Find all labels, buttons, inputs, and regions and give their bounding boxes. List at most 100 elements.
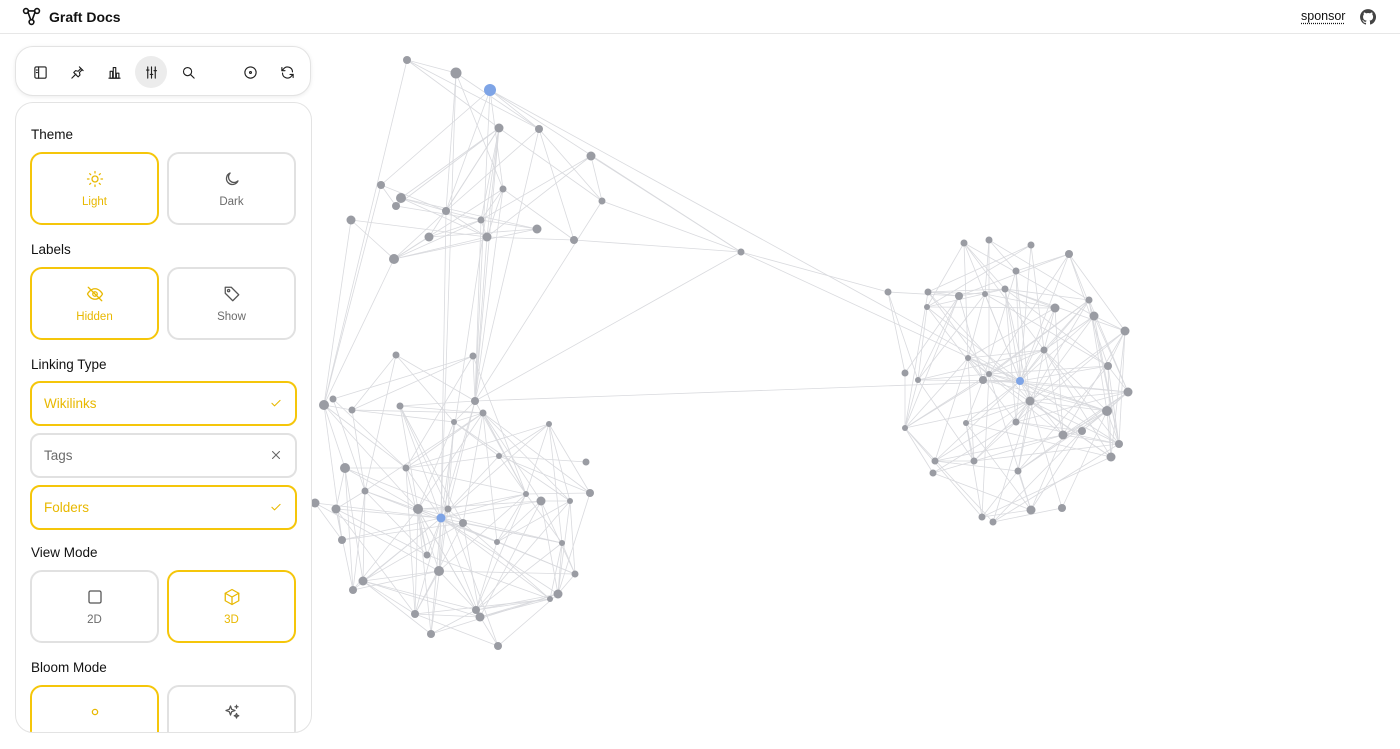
graph-node[interactable] <box>532 224 542 234</box>
graph-node[interactable] <box>915 377 921 383</box>
graph-node[interactable] <box>329 395 337 403</box>
graph-node[interactable] <box>1115 440 1123 448</box>
bloom-on-option[interactable] <box>167 685 296 732</box>
graph-node[interactable] <box>427 630 435 638</box>
graph-node[interactable] <box>403 56 411 64</box>
labels-show-option[interactable]: Show <box>167 267 296 340</box>
labels-hidden-option[interactable]: Hidden <box>30 267 159 340</box>
graph-node[interactable] <box>1120 326 1130 336</box>
graph-node[interactable] <box>598 197 606 205</box>
graph-node[interactable] <box>1058 504 1066 512</box>
graph-node[interactable] <box>902 425 908 431</box>
graph-node[interactable] <box>389 254 399 264</box>
graph-node[interactable] <box>471 397 479 405</box>
graph-node[interactable] <box>737 248 745 256</box>
graph-node[interactable] <box>924 304 930 310</box>
brand[interactable]: Graft Docs <box>22 7 121 26</box>
graph-node[interactable] <box>553 589 563 599</box>
graph-node[interactable] <box>496 453 502 459</box>
graph-node[interactable] <box>377 181 385 189</box>
graph-node[interactable] <box>1001 285 1009 293</box>
refresh-button[interactable] <box>271 56 303 88</box>
graph-node[interactable] <box>970 457 978 465</box>
graph-node[interactable] <box>413 504 423 514</box>
pin-button[interactable] <box>61 56 93 88</box>
graph-node[interactable] <box>459 519 467 527</box>
graph-node[interactable] <box>450 67 462 79</box>
graph-node[interactable] <box>1058 430 1068 440</box>
graph-node[interactable] <box>986 371 992 377</box>
graph-node[interactable] <box>434 566 444 576</box>
search-button[interactable] <box>172 56 204 88</box>
graph-node[interactable] <box>955 292 963 300</box>
graph-node[interactable] <box>494 123 504 133</box>
sidebar-toggle-button[interactable] <box>24 56 56 88</box>
graph-node[interactable] <box>477 216 485 224</box>
graph-node[interactable] <box>411 610 419 618</box>
linking-wikilinks-option[interactable]: Wikilinks <box>30 381 297 426</box>
graph-node[interactable] <box>331 504 341 514</box>
graph-node[interactable] <box>924 288 932 296</box>
graph-node[interactable] <box>396 402 404 410</box>
graph-node[interactable] <box>586 151 596 161</box>
graph-node[interactable] <box>1012 418 1020 426</box>
graph-node[interactable] <box>340 463 350 473</box>
graph-node[interactable] <box>1104 362 1112 370</box>
graph-node[interactable] <box>444 505 452 513</box>
graph-node[interactable] <box>451 419 457 425</box>
graph-node[interactable] <box>346 215 356 225</box>
graph-node[interactable] <box>1106 452 1116 462</box>
settings-button[interactable] <box>135 56 167 88</box>
graph-node[interactable] <box>494 642 502 650</box>
graph-node-highlighted[interactable] <box>484 84 496 96</box>
focus-button[interactable] <box>234 56 266 88</box>
graph-node[interactable] <box>479 409 487 417</box>
graph-node[interactable] <box>570 236 578 244</box>
graph-node[interactable] <box>396 193 406 203</box>
graph-node[interactable] <box>1027 241 1035 249</box>
graph-node[interactable] <box>586 489 594 497</box>
graph-node[interactable] <box>1040 346 1048 354</box>
theme-dark-option[interactable]: Dark <box>167 152 296 225</box>
graph-node[interactable] <box>1089 311 1099 321</box>
graph-node[interactable] <box>392 202 400 210</box>
graph-node[interactable] <box>523 491 529 497</box>
linking-folders-option[interactable]: Folders <box>30 485 297 530</box>
graph-node[interactable] <box>547 596 553 602</box>
graph-node[interactable] <box>494 539 500 545</box>
graph-node[interactable] <box>1078 427 1086 435</box>
graph-node[interactable] <box>402 464 410 472</box>
graph-node-highlighted[interactable] <box>436 513 446 523</box>
stats-button[interactable] <box>98 56 130 88</box>
graph-node[interactable] <box>901 369 909 377</box>
graph-node[interactable] <box>1014 467 1022 475</box>
graph-node[interactable] <box>571 570 579 578</box>
graph-node[interactable] <box>349 586 357 594</box>
github-icon[interactable] <box>1359 8 1377 26</box>
graph-node[interactable] <box>979 376 987 384</box>
graph-node[interactable] <box>1026 505 1036 515</box>
graph-node[interactable] <box>1102 406 1112 416</box>
graph-node[interactable] <box>1025 396 1035 406</box>
graph-node[interactable] <box>567 498 573 504</box>
graph-node[interactable] <box>469 352 477 360</box>
graph-node[interactable] <box>482 232 492 242</box>
linking-tags-option[interactable]: Tags <box>30 433 297 478</box>
graph-node[interactable] <box>536 496 546 506</box>
bloom-off-option[interactable] <box>30 685 159 732</box>
graph-node[interactable] <box>1085 296 1093 304</box>
graph-node[interactable] <box>960 239 968 247</box>
graph-node[interactable] <box>358 576 368 586</box>
view-3d-option[interactable]: 3D <box>167 570 296 643</box>
graph-node[interactable] <box>348 406 356 414</box>
sponsor-link[interactable]: sponsor <box>1301 9 1345 23</box>
graph-node[interactable] <box>535 125 543 133</box>
graph-node[interactable] <box>963 420 969 426</box>
graph-node-highlighted[interactable] <box>1016 377 1024 385</box>
graph-node[interactable] <box>1012 267 1020 275</box>
graph-node[interactable] <box>442 207 450 215</box>
graph-node[interactable] <box>319 400 329 410</box>
graph-node[interactable] <box>499 185 507 193</box>
graph-node[interactable] <box>931 457 939 465</box>
graph-node[interactable] <box>965 355 971 361</box>
